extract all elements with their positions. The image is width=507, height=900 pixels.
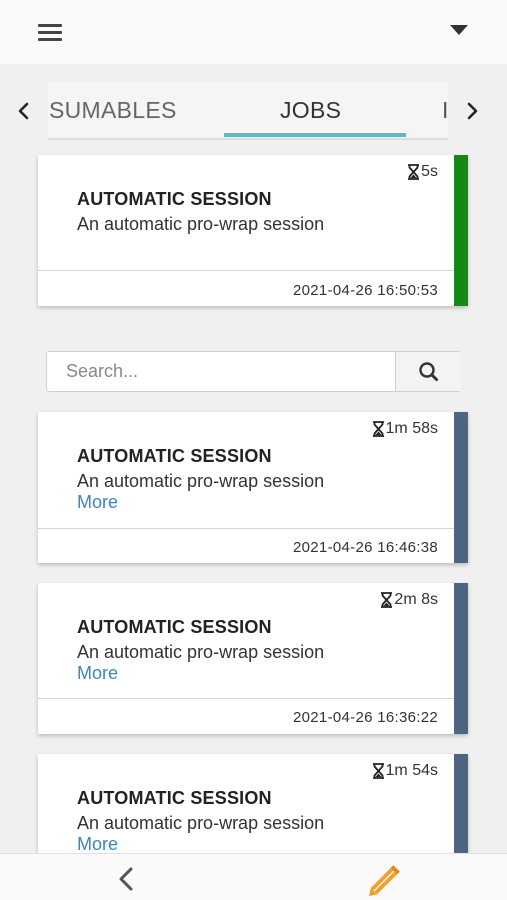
tab-jobs[interactable]: JOBS	[280, 97, 341, 124]
chevron-left-icon[interactable]	[14, 96, 34, 126]
job-duration-text: 1m 54s	[385, 762, 438, 779]
status-stripe	[454, 412, 468, 563]
card-divider	[38, 270, 454, 271]
status-stripe	[454, 155, 468, 306]
job-duration-text: 1m 58s	[385, 420, 438, 437]
card-divider	[38, 698, 454, 699]
status-stripe	[454, 754, 468, 853]
job-title: AUTOMATIC SESSION	[77, 788, 272, 808]
more-link[interactable]: More	[77, 663, 118, 684]
bottom-bar	[0, 853, 507, 900]
job-title: AUTOMATIC SESSION	[77, 189, 272, 209]
search-input[interactable]	[47, 352, 395, 391]
top-bar	[0, 0, 507, 64]
chevron-right-icon[interactable]	[462, 96, 482, 126]
tabs-strip: SUMABLES JOBS I	[48, 82, 448, 140]
chevron-left-icon[interactable]	[116, 866, 138, 897]
active-job-card[interactable]: 5s AUTOMATIC SESSION An automatic pro-wr…	[38, 155, 468, 306]
job-duration: 1m 58s	[372, 420, 438, 438]
search-icon	[419, 362, 438, 381]
tab-consumables[interactable]: SUMABLES	[49, 97, 177, 124]
active-tab-indicator	[224, 133, 406, 137]
job-duration: 1m 54s	[372, 762, 438, 780]
job-title: AUTOMATIC SESSION	[77, 617, 272, 637]
job-description: An automatic pro-wrap session	[77, 471, 325, 491]
job-duration-text: 2m 8s	[394, 591, 438, 608]
job-card[interactable]: 2m 8s AUTOMATIC SESSION An automatic pro…	[38, 583, 468, 734]
job-description: An automatic pro-wrap session	[77, 813, 325, 833]
job-description: An automatic pro-wrap session	[77, 214, 325, 234]
search-button[interactable]	[395, 352, 461, 391]
hamburger-icon[interactable]	[38, 22, 64, 42]
caret-down-icon[interactable]	[450, 25, 468, 35]
job-duration-text: 5s	[421, 163, 438, 180]
job-timestamp: 2021-04-26 16:50:53	[293, 282, 438, 299]
hourglass-icon	[372, 763, 384, 779]
more-link[interactable]: More	[77, 492, 118, 513]
pencil-icon[interactable]	[366, 862, 406, 900]
job-card[interactable]: 1m 58s AUTOMATIC SESSION An automatic pr…	[38, 412, 468, 563]
job-card[interactable]: 1m 54s AUTOMATIC SESSION An automatic pr…	[38, 754, 468, 853]
hourglass-icon	[372, 421, 384, 437]
status-stripe	[454, 583, 468, 734]
job-duration: 2m 8s	[380, 591, 438, 609]
card-divider	[38, 528, 454, 529]
hourglass-icon	[408, 164, 420, 180]
job-title: AUTOMATIC SESSION	[77, 446, 272, 466]
job-description: An automatic pro-wrap session	[77, 642, 325, 662]
job-timestamp: 2021-04-26 16:36:22	[293, 709, 438, 726]
tab-next-partial[interactable]: I	[442, 97, 448, 124]
job-duration: 5s	[407, 163, 438, 181]
more-link[interactable]: More	[77, 834, 118, 853]
tab-bar: SUMABLES JOBS I	[0, 82, 507, 140]
hourglass-icon	[381, 592, 393, 608]
search-bar	[46, 351, 461, 392]
job-timestamp: 2021-04-26 16:46:38	[293, 539, 438, 556]
